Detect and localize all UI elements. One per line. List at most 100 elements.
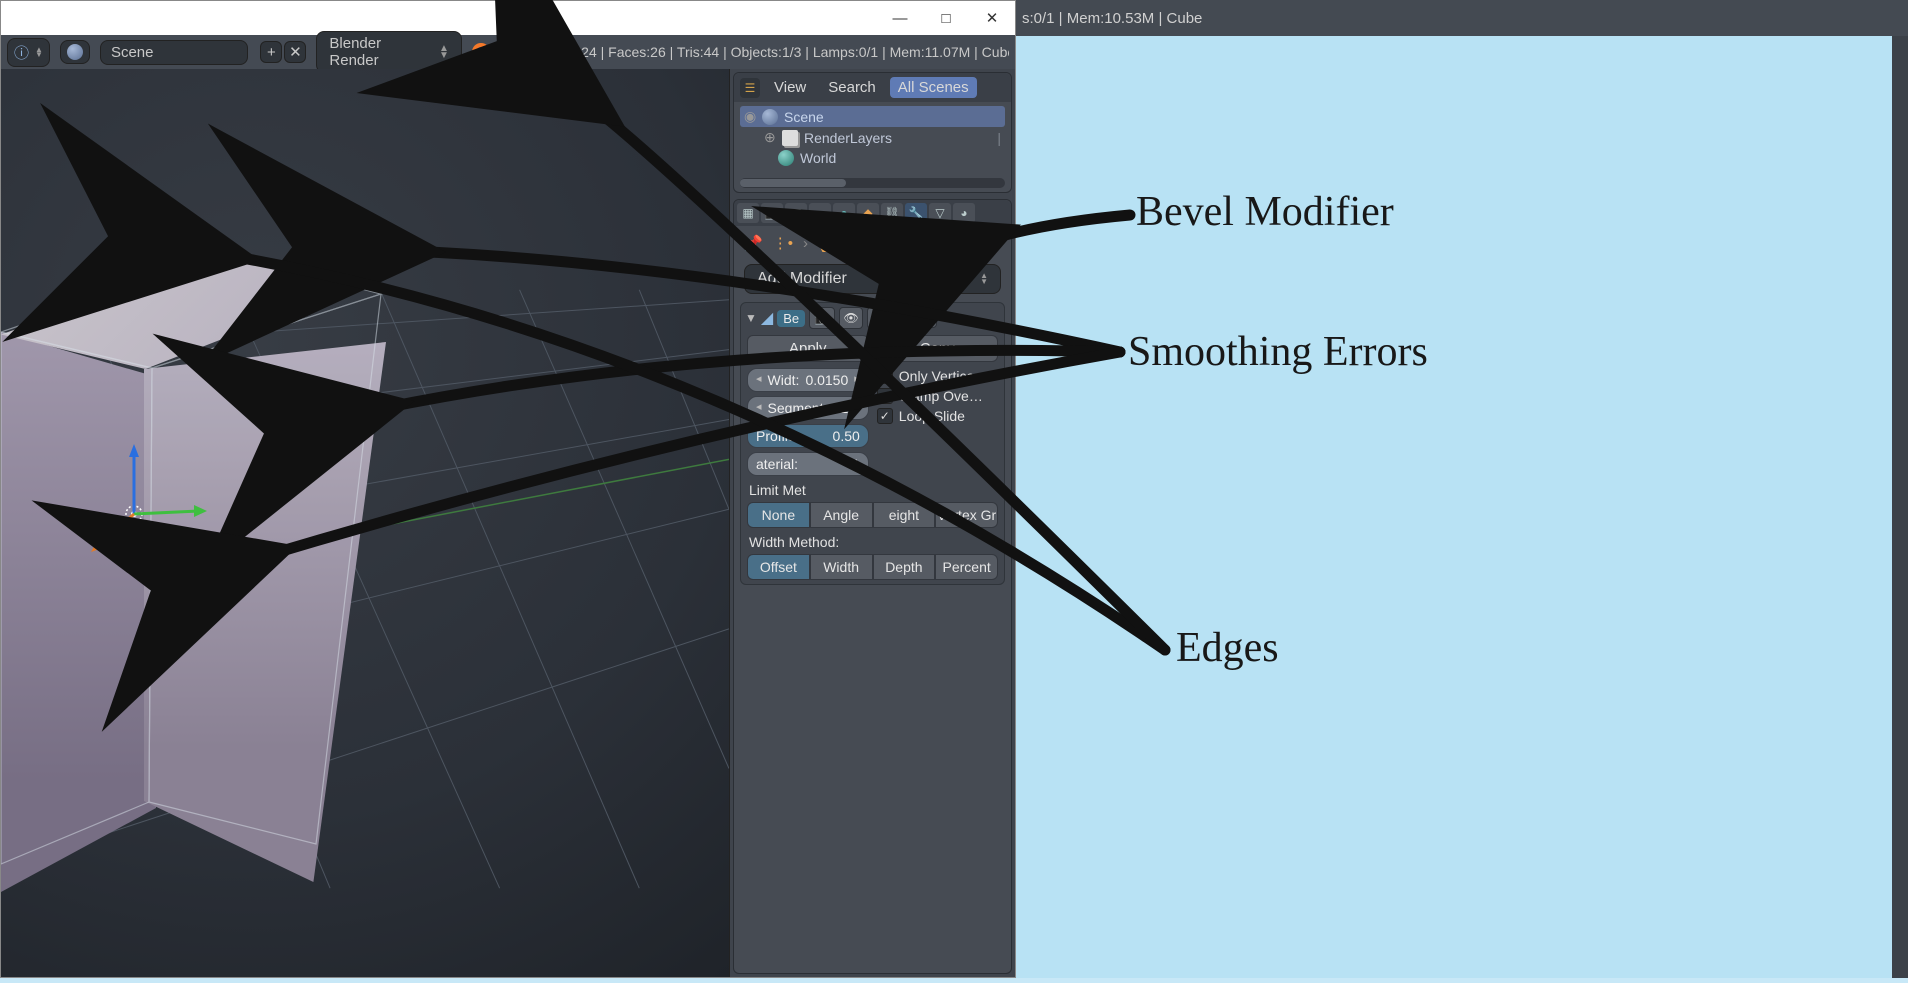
checkbox-icon — [877, 408, 893, 424]
chevron-left-icon: ◂ — [756, 372, 762, 388]
background-window: s:0/1 | Mem:10.53M | Cube — [1016, 0, 1908, 978]
scene-remove-button[interactable]: ✕ — [284, 41, 306, 63]
bevel-material-label: aterial: — [756, 456, 841, 472]
bevel-profile-field[interactable]: Profile: 0.50 — [747, 424, 869, 448]
breadcrumb-object-label: Cube — [846, 235, 882, 252]
width-method-selector[interactable]: Offset Width Depth Percent — [747, 554, 998, 580]
mesh-cube[interactable] — [1, 254, 401, 894]
modifier-render-toggle[interactable]: 📷 — [809, 307, 835, 329]
outliner-scene-label: Scene — [784, 109, 824, 125]
scene-icon[interactable] — [60, 40, 90, 64]
loop-slide-checkbox[interactable]: Loop Slide — [877, 408, 998, 424]
width-percent[interactable]: Percent — [935, 554, 998, 580]
outliner-renderlayers-row[interactable]: ⊕ RenderLayers | — [740, 127, 1005, 148]
outliner-search-menu[interactable]: Search — [820, 77, 884, 98]
bevel-material-field[interactable]: aterial: -1 — [747, 452, 869, 476]
side-panels: ☰ View Search All Scenes ◉ Scene ⊕ Rende… — [729, 69, 1015, 977]
properties-tabs: ▦ 📷 ▤ ◐ ● ◆ ⛓ 🔧 ▽ ◕ — [734, 200, 1011, 226]
editor-type-dropdown[interactable]: ⓘ▲▼ — [7, 38, 50, 67]
clamp-overlap-label: Clamp Ove… — [899, 388, 983, 404]
scene-add-button[interactable]: + — [260, 41, 282, 63]
chevron-right-icon: ▸ — [854, 372, 860, 388]
chevron-right-icon: › — [803, 235, 808, 252]
scene-icon — [762, 109, 778, 125]
info-header: ⓘ▲▼ Scene + ✕ Blender Render ▲▼ v2.79 | … — [1, 35, 1015, 69]
outliner-filter-dropdown[interactable]: All Scenes — [890, 77, 977, 98]
modifier-delete[interactable]: ✕ — [941, 310, 961, 327]
outliner-editor-type[interactable]: ☰ — [740, 78, 760, 98]
bevel-icon: ◢ — [761, 308, 773, 328]
add-modifier-label: Add Modifier — [757, 270, 847, 288]
outliner-panel: ☰ View Search All Scenes ◉ Scene ⊕ Rende… — [733, 72, 1012, 193]
limit-angle[interactable]: Angle — [810, 502, 873, 528]
scene-stats: v2.79 | Verts:24 | Faces:26 | Tris:44 | … — [500, 44, 1009, 60]
expand-icon[interactable]: ⊕ — [764, 129, 776, 146]
modifier-apply-button[interactable]: Apply — [747, 335, 869, 362]
bevel-modifier: ▼ ◢ Be 📷 👁 ▦ ▲ ▼ ✕ Apply — [740, 302, 1005, 585]
render-engine-label: Blender Render — [329, 35, 433, 69]
scene-name-field[interactable]: Scene — [100, 40, 248, 65]
outliner-world-label: World — [800, 150, 836, 166]
width-method-label: Width Method: — [749, 534, 996, 550]
renderlayers-icon — [782, 130, 798, 146]
width-offset[interactable]: Offset — [747, 554, 810, 580]
blender-window: — □ ✕ ⓘ▲▼ Scene + ✕ Blender Render ▲▼ v2… — [0, 0, 1016, 978]
modifier-copy-button[interactable]: Copy — [877, 335, 999, 362]
modifier-move-up[interactable]: ▲ — [895, 308, 915, 328]
modifier-viewport-toggle[interactable]: 👁 — [839, 307, 863, 329]
bevel-width-value: 0.0150 — [805, 372, 848, 388]
outliner-scrollbar[interactable] — [740, 178, 1005, 188]
bevel-segments-field[interactable]: ◂ Segments: 1 ▸ — [747, 396, 869, 420]
outliner-view-menu[interactable]: View — [766, 77, 814, 98]
width-width[interactable]: Width — [810, 554, 873, 580]
maximize-button[interactable]: □ — [923, 3, 969, 33]
tab-material[interactable]: ◕ — [953, 203, 975, 223]
limit-vertexgroup[interactable]: Vertex Gr — [935, 502, 998, 528]
outliner-world-row[interactable]: World — [740, 148, 1005, 168]
limit-none[interactable]: None — [747, 502, 810, 528]
tab-render[interactable]: 📷 — [761, 203, 783, 223]
modifier-header: ▼ ◢ Be 📷 👁 ▦ ▲ ▼ ✕ — [745, 307, 1000, 329]
world-icon — [778, 150, 794, 166]
limit-method-selector[interactable]: None Angle eight Vertex Gr — [747, 502, 998, 528]
tab-constraints[interactable]: ⛓ — [881, 203, 903, 223]
checkbox-icon — [877, 388, 893, 404]
bevel-segments-label: Segments: — [768, 400, 835, 416]
tab-world[interactable]: ● — [833, 203, 855, 223]
collapse-icon[interactable]: ◉ — [744, 108, 756, 125]
only-vertices-checkbox[interactable]: Only Vertices — [877, 368, 998, 384]
modifier-collapse-icon[interactable]: ▼ — [745, 311, 757, 325]
checkbox-icon — [877, 368, 893, 384]
pin-icon[interactable]: 📌 — [744, 234, 763, 252]
bevel-width-field[interactable]: ◂ Widt: 0.0150 ▸ — [747, 368, 869, 392]
frag-scrollbar[interactable] — [1892, 36, 1908, 978]
outliner-scene-row[interactable]: ◉ Scene — [740, 106, 1005, 127]
3d-viewport[interactable] — [1, 69, 729, 977]
frag-stats: s:0/1 | Mem:10.53M | Cube — [1016, 0, 1908, 36]
tab-data[interactable]: ▽ — [929, 203, 951, 223]
tab-renderlayers[interactable]: ▤ — [785, 203, 807, 223]
breadcrumb-icon: ⋮• — [773, 234, 793, 252]
props-editor-type[interactable]: ▦ — [737, 203, 759, 223]
tab-scene[interactable]: ◐ — [809, 203, 831, 223]
bevel-profile-value: 0.50 — [833, 428, 860, 444]
render-engine-dropdown[interactable]: Blender Render ▲▼ — [316, 31, 462, 73]
outliner-renderlayers-label: RenderLayers — [804, 130, 892, 146]
chevron-right-icon: ▸ — [854, 400, 860, 416]
limit-method-label: Limit Met — [749, 482, 996, 498]
outliner-tree[interactable]: ◉ Scene ⊕ RenderLayers | World — [734, 102, 1011, 176]
limit-weight[interactable]: eight — [873, 502, 936, 528]
clamp-overlap-checkbox[interactable]: Clamp Ove… — [877, 388, 998, 404]
restrict-column[interactable]: | — [997, 130, 1001, 146]
add-modifier-dropdown[interactable]: Add Modifier ▲▼ — [744, 264, 1001, 294]
bevel-segments-value: 1 — [840, 400, 848, 416]
modifier-editmode-toggle[interactable]: ▦ — [867, 307, 891, 329]
width-depth[interactable]: Depth — [873, 554, 936, 580]
only-vertices-label: Only Vertices — [899, 368, 981, 384]
tab-object[interactable]: ◆ — [857, 203, 879, 223]
tab-modifiers[interactable]: 🔧 — [905, 203, 927, 223]
modifier-move-down[interactable]: ▼ — [917, 308, 937, 328]
close-button[interactable]: ✕ — [969, 3, 1015, 33]
minimize-button[interactable]: — — [877, 3, 923, 33]
modifier-name-field[interactable]: Be — [777, 310, 805, 327]
